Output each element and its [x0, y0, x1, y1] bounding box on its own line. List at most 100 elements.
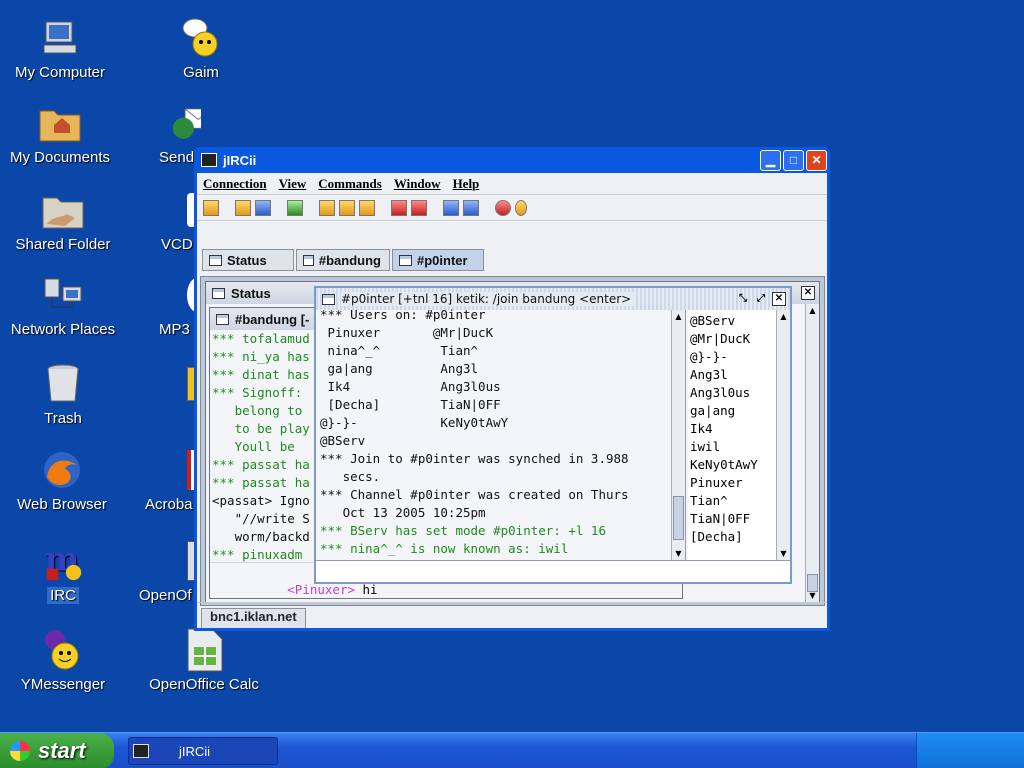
scroll-thumb[interactable]: [673, 496, 684, 540]
scroll-up-icon[interactable]: ▲: [777, 310, 790, 323]
nick-list-item[interactable]: @Mr|DucK: [690, 330, 790, 348]
nick-list-item[interactable]: KeNy0tAwY: [690, 456, 790, 474]
chat-scrollbar[interactable]: ▲ ▼: [671, 310, 685, 560]
desktop-icon-vcd[interactable]: VCD: [141, 188, 195, 253]
script-icon[interactable]: [319, 199, 335, 216]
desktop-icon-notes[interactable]: [141, 362, 195, 410]
nick-list[interactable]: @BServ @Mr|DucK @}-}- Ang3l Ang3l0us ga|ang Ik…: [688, 312, 790, 546]
openoffice-icon: [175, 539, 195, 583]
nick-list-item[interactable]: Ik4: [690, 420, 790, 438]
desktop-icon-label: Send: [159, 149, 195, 166]
desktop-icon-label: IRC: [47, 587, 79, 604]
desktop-icon-ymessenger[interactable]: YMessenger: [3, 628, 123, 693]
about-icon[interactable]: [515, 199, 527, 216]
frame-title: Status: [231, 285, 271, 301]
chat-line: @}-}- KeNy0tAwY: [320, 415, 509, 430]
iconify-icon[interactable]: ⤡: [736, 292, 750, 306]
menu-connection[interactable]: Connection: [203, 176, 267, 192]
menu-window[interactable]: Window: [394, 176, 441, 192]
nick-list-item[interactable]: Tian^: [690, 492, 790, 510]
chat-line: *** Users on: #p0inter: [320, 307, 486, 322]
globe-icon[interactable]: [287, 199, 303, 216]
spreadsheet-icon: [182, 628, 226, 672]
desktop-icon-openoffice-calc[interactable]: OpenOffice Calc: [144, 628, 264, 693]
frame-title: #p0inter [+tnl 16] ketik: /join bandung …: [341, 292, 636, 306]
nick-list-item[interactable]: Pinuxer: [690, 474, 790, 492]
nick-list-item[interactable]: @BServ: [690, 312, 790, 330]
desktop-icon-network-places[interactable]: Network Places: [3, 273, 123, 338]
close-button[interactable]: ✕: [806, 149, 827, 171]
nick-list-item[interactable]: ga|ang: [690, 402, 790, 420]
tab-status[interactable]: Status: [202, 249, 294, 271]
desktop-icon-label: My Computer: [14, 64, 106, 81]
taskbar-item-jircii[interactable]: jIRCii: [128, 737, 278, 765]
mdi-desktop: Status ✕ ▲ ▼ #bandung [- *** tofalamud **…: [200, 276, 825, 606]
nick-list-item[interactable]: TiaN|0FF: [690, 510, 790, 528]
window-icon: [212, 287, 225, 299]
input-nick: <Pinuxer>: [287, 582, 355, 597]
desktop-icon-openoffice[interactable]: OpenOf: [137, 539, 195, 604]
desktop-icon-irc[interactable]: m IRC: [3, 539, 123, 604]
window-titlebar[interactable]: jIRCii ▁ □ ✕: [197, 147, 827, 173]
irc-icon: m: [41, 539, 85, 583]
tab-label: Status: [227, 252, 267, 268]
desktop-icon-web-browser[interactable]: Web Browser: [2, 448, 122, 513]
desktop-icon-label: Acroba: [145, 496, 193, 513]
window-title: jIRCii: [223, 152, 257, 168]
p0inter-input[interactable]: [316, 560, 790, 582]
scroll-up-icon[interactable]: ▲: [806, 304, 819, 317]
p0inter-frame[interactable]: #p0inter [+tnl 16] ketik: /join bandung …: [314, 286, 792, 584]
jircii-window: jIRCii ▁ □ ✕ Connection View Commands Wi…: [194, 147, 830, 631]
nick-list-item[interactable]: Ang3l: [690, 366, 790, 384]
nick-list-item[interactable]: iwil: [690, 438, 790, 456]
maximize-icon[interactable]: ⤢: [754, 292, 768, 306]
help-icon[interactable]: [495, 199, 511, 216]
tile-icon[interactable]: [443, 199, 459, 216]
nick-list-item[interactable]: [Decha]: [690, 528, 790, 546]
alias-icon[interactable]: [339, 199, 355, 216]
dcc-icon[interactable]: [391, 199, 407, 216]
maximize-button[interactable]: □: [783, 149, 804, 171]
desktop-icon-acrobat[interactable]: Acroba: [141, 448, 195, 513]
desktop-icon-label: OpenOf: [139, 587, 192, 604]
gaim-icon: [179, 16, 223, 60]
server-tab[interactable]: bnc1.iklan.net: [201, 608, 306, 628]
firefox-icon: [40, 448, 84, 492]
desktop-icon-mp3[interactable]: MP3: [141, 273, 195, 338]
list-icon[interactable]: [255, 199, 271, 216]
remote-icon[interactable]: [359, 199, 375, 216]
close-icon[interactable]: ✕: [801, 286, 815, 300]
tab-p0inter[interactable]: #p0inter: [392, 249, 484, 271]
window-client: Connection View Commands Window Help Sta…: [197, 173, 827, 628]
desktop-icon-label: VCD: [161, 236, 193, 253]
desktop-icon-gaim[interactable]: Gaim: [141, 16, 261, 81]
desktop-icon-my-computer[interactable]: My Computer: [0, 16, 120, 81]
status-scrollbar[interactable]: ▲ ▼: [805, 304, 819, 602]
notes-icon: [175, 362, 195, 406]
scroll-up-icon[interactable]: ▲: [672, 310, 685, 323]
start-button[interactable]: start: [0, 733, 114, 768]
connect-icon[interactable]: [203, 199, 219, 216]
options-icon[interactable]: [235, 199, 251, 216]
close-icon[interactable]: ✕: [772, 292, 786, 306]
nicklist-scrollbar[interactable]: ▲ ▼: [776, 310, 790, 560]
chat-line: Oct 13 2005 10:25pm: [320, 505, 486, 520]
scroll-down-icon[interactable]: ▼: [777, 547, 790, 560]
tab-bandung[interactable]: #bandung: [296, 249, 390, 271]
notify-icon[interactable]: [411, 199, 427, 216]
desktop-icon-label: Gaim: [183, 64, 219, 81]
cascade-icon[interactable]: [463, 199, 479, 216]
window-icon: [303, 254, 314, 266]
scroll-down-icon[interactable]: ▼: [672, 547, 685, 560]
scroll-down-icon[interactable]: ▼: [806, 589, 819, 602]
minimize-button[interactable]: ▁: [760, 149, 781, 171]
desktop-icon-trash[interactable]: Trash: [3, 362, 123, 427]
menu-help[interactable]: Help: [453, 176, 480, 192]
nick-list-item[interactable]: @}-}-: [690, 348, 790, 366]
menu-commands[interactable]: Commands: [318, 176, 382, 192]
desktop-icon-send[interactable]: Send: [141, 101, 201, 166]
menu-view[interactable]: View: [279, 176, 307, 192]
desktop-icon-my-documents[interactable]: My Documents: [0, 101, 120, 166]
desktop-icon-shared-folder[interactable]: Shared Folder: [3, 188, 123, 253]
nick-list-item[interactable]: Ang3l0us: [690, 384, 790, 402]
